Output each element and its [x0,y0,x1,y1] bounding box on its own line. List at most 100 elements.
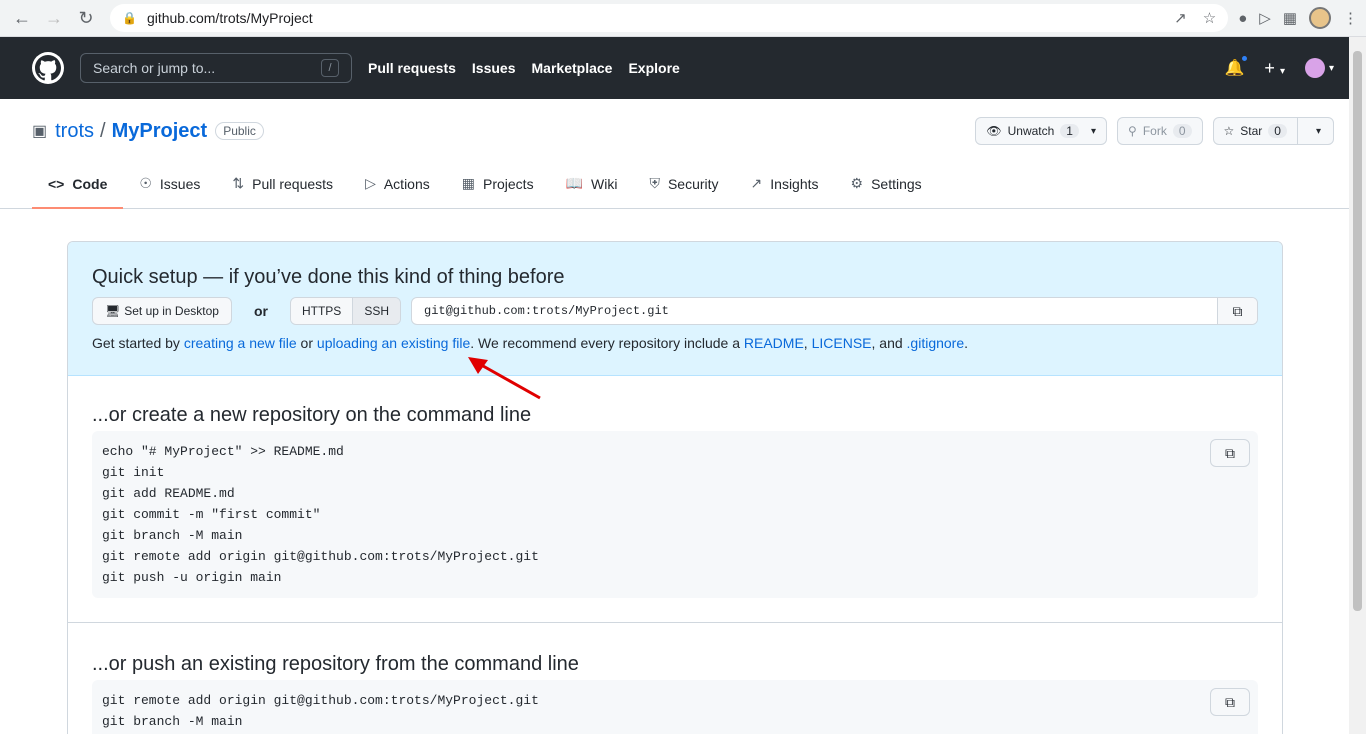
tab-pull-requests[interactable]: ⇅ Pull requests [216,167,349,208]
back-icon[interactable]: ← [8,4,36,32]
repo-header: ▣ trots / MyProject Public 👁 Unwatch 1 ▾… [0,99,1366,209]
scrollbar-thumb[interactable] [1353,51,1362,611]
license-link[interactable]: LICENSE [812,335,872,351]
nav-pull-requests[interactable]: Pull requests [368,60,456,76]
extension-icon[interactable]: ● [1238,10,1247,27]
quick-setup-title: Quick setup — if you’ve done this kind o… [92,266,565,288]
clone-url-input[interactable]: git@github.com:trots/MyProject.git [412,298,1217,324]
address-bar[interactable]: 🔒 github.com/trots/MyProject ↗ ☆ [110,4,1229,32]
main-content: Quick setup — if you’ve done this kind o… [0,209,1366,734]
star-button[interactable]: ☆ Star 0 ▾ [1212,117,1334,145]
plus-icon: + [1264,57,1275,78]
tab-label: Projects [483,175,534,192]
tab-settings[interactable]: ⚙ Settings [835,167,938,208]
clone-url-field[interactable]: git@github.com:trots/MyProject.git ⧉ [411,297,1258,325]
repo-separator: / [100,119,106,142]
copy-icon[interactable]: ⧉ [1217,298,1257,324]
repo-icon: ▣ [32,123,48,140]
gitignore-link[interactable]: .gitignore [907,335,965,351]
create-new-button[interactable]: + ▾ [1264,58,1285,79]
setup-desktop-label: Set up in Desktop [124,304,219,318]
tab-security[interactable]: ⛨ Security [633,167,734,208]
menu-icon[interactable]: ⋮ [1343,9,1358,27]
nav-marketplace[interactable]: Marketplace [532,60,613,76]
global-nav: Pull requests Issues Marketplace Explore [368,60,680,76]
repo-tabs: <> Code ☉ Issues ⇅ Pull requests ▷ Actions ▦… [32,167,1334,209]
forward-icon[interactable]: → [40,4,68,32]
help-text: or [296,335,317,351]
protocol-toggle: HTTPS SSH [289,297,401,325]
help-text: , and [871,335,907,351]
tab-label: Wiki [591,175,618,192]
avatar [1304,58,1325,78]
tab-actions[interactable]: ▷ Actions [349,167,446,208]
bell-icon[interactable]: 🔔 [1224,54,1250,78]
tab-wiki[interactable]: 📖 Wiki [550,167,634,208]
url-text: github.com/trots/MyProject [146,10,313,26]
share-icon[interactable]: ↗ [1174,9,1187,27]
new-repo-code-block: echo "# MyProject" >> README.md git init… [92,431,1258,598]
create-new-file-link[interactable]: creating a new file [184,335,297,351]
copy-icon[interactable]: ⧉ [1210,688,1250,716]
scrollbar[interactable] [1349,37,1366,734]
nav-explore[interactable]: Explore [628,60,679,76]
help-text: . [964,335,969,351]
or-label: or [253,303,268,319]
github-logo-icon[interactable] [32,52,64,84]
search-input[interactable]: Search or jump to... / [80,53,352,83]
getting-started-text: Get started by creating a new file or up… [92,335,1258,351]
caret-down-icon: ▾ [1090,125,1097,137]
fork-icon: ⚲ [1128,124,1137,138]
tab-issues[interactable]: ☉ Issues [123,167,216,208]
star-label: Star [1240,124,1263,138]
bookmark-star-icon[interactable]: ☆ [1203,9,1216,27]
ssh-button[interactable]: SSH [352,298,400,324]
repo-name-link[interactable]: MyProject [112,120,208,143]
eye-icon: 👁 [986,124,1002,138]
tab-insights[interactable]: ↗ Insights [735,167,835,208]
repo-owner-link[interactable]: trots [55,120,94,143]
setup-desktop-button[interactable]: 🖥 Set up in Desktop [92,297,232,325]
readme-link[interactable]: README [744,335,804,351]
caret-down-icon: ▾ [1328,62,1334,74]
new-repo-title: ...or create a new repository on the com… [92,404,532,426]
extension-icon-2[interactable]: ▷ [1259,9,1271,27]
caret-down-icon: ▾ [1279,65,1285,77]
tab-projects[interactable]: ▦ Projects [446,167,550,208]
issue-icon: ☉ [139,175,152,191]
star-list-caret[interactable]: ▾ [1296,118,1333,144]
unwatch-button[interactable]: 👁 Unwatch 1 ▾ [975,117,1108,145]
upload-existing-file-link[interactable]: uploading an existing file [317,335,470,351]
tab-code[interactable]: <> Code [32,167,124,209]
search-shortcut-key: / [321,59,339,77]
tab-label: Insights [770,175,819,192]
help-text: , [803,335,812,351]
setup-box: Quick setup — if you’ve done this kind o… [67,241,1283,734]
push-repo-title: ...or push an existing repository from t… [92,653,579,675]
help-text: . We recommend every repository include … [470,335,744,351]
unwatch-label: Unwatch [1007,124,1055,138]
fork-label: Fork [1142,124,1167,138]
star-icon: ☆ [1223,124,1235,138]
tab-label: Issues [159,175,201,192]
table-icon: ▦ [461,175,475,191]
fork-button[interactable]: ⚲ Fork 0 [1117,117,1203,145]
nav-issues[interactable]: Issues [472,60,516,76]
code-icon: <> [48,175,65,192]
notification-dot [1240,54,1250,63]
https-button[interactable]: HTTPS [290,298,353,324]
copy-icon[interactable]: ⧉ [1210,439,1250,467]
tab-label: Security [667,175,719,192]
puzzle-icon[interactable]: ▦ [1283,9,1297,27]
watch-count: 1 [1060,124,1079,138]
push-repo-commands: git remote add origin git@github.com:tro… [102,693,539,729]
desktop-download-icon: 🖥 [105,304,121,318]
star-count: 0 [1268,124,1287,138]
reload-icon[interactable]: ↻ [72,4,100,32]
user-menu[interactable]: ▾ [1304,58,1334,78]
graph-icon: ↗ [750,175,763,191]
new-repo-section: ...or create a new repository on the com… [68,376,1282,623]
fork-count: 0 [1172,124,1192,138]
profile-avatar[interactable] [1309,7,1331,29]
gear-icon: ⚙ [850,175,864,191]
